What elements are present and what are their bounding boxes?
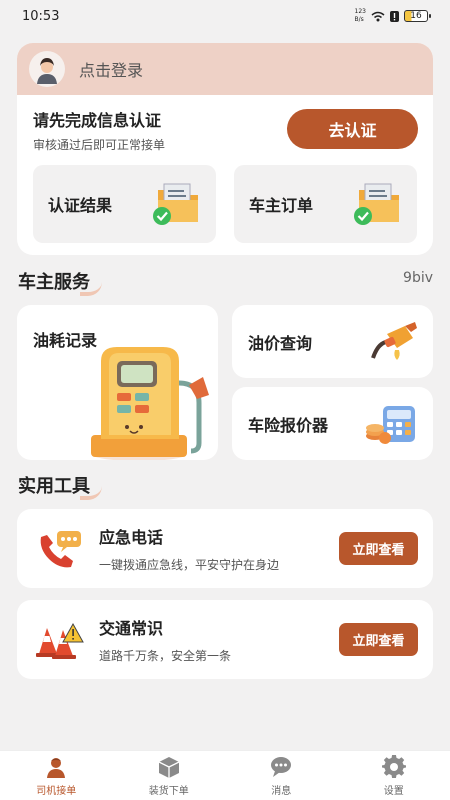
view-now-button[interactable]: 立即查看 (339, 623, 418, 656)
title-decoration (80, 282, 102, 296)
tool-subtitle: 一键拨通应急线，平安守护在身边 (99, 558, 280, 572)
insurance-quote-label: 车险报价器 (248, 415, 329, 435)
title-decoration (80, 486, 102, 500)
phone-icon (40, 530, 81, 567)
owner-service-title: 车主服务 (18, 268, 102, 296)
tool-title: 应急电话 (99, 528, 164, 547)
login-header[interactable]: 点击登录 (17, 43, 433, 95)
login-card: 点击登录 请先完成信息认证 审核通过后即可正常接单 去认证 认证结果 车主订单 (17, 43, 433, 255)
nav-label: 装货下单 (148, 786, 189, 797)
verify-button[interactable]: 去认证 (287, 109, 418, 149)
message-icon (271, 757, 292, 777)
box-icon (158, 757, 180, 778)
login-prompt[interactable]: 点击登录 (79, 57, 143, 81)
folder-check-icon (153, 183, 198, 225)
fuel-nozzle-icon (371, 321, 417, 360)
net-speed-unit: B/s (354, 16, 364, 23)
nav-item-loading-order[interactable]: 装货下单 (113, 751, 226, 800)
verify-result-card[interactable]: 认证结果 (33, 165, 216, 243)
view-now-button[interactable]: 立即查看 (339, 532, 418, 565)
verify-subtitle: 审核通过后即可正常接单 (33, 138, 166, 152)
net-speed-value: 123 (354, 8, 366, 15)
owner-order-card[interactable]: 车主订单 (234, 165, 417, 243)
nav-item-driver-orders[interactable]: 司机接单 (0, 751, 113, 800)
owner-order-label: 车主订单 (249, 196, 314, 215)
fuel-pump-icon (91, 347, 209, 460)
nav-item-messages[interactable]: 消息 (225, 751, 338, 800)
tool-item-emergency[interactable]: 应急电话 一键拨通应急线，平安守护在身边 立即查看 (17, 509, 433, 588)
tools-title: 实用工具 (18, 472, 102, 500)
fuel-price-label: 油价查询 (248, 333, 313, 353)
traffic-cone-icon (36, 622, 84, 659)
avatar[interactable] (29, 51, 65, 87)
tool-subtitle: 道路千万条，安全第一条 (99, 649, 232, 663)
status-bar: 10:53 123 B/s 16 (0, 0, 450, 32)
calculator-icon (366, 405, 415, 444)
section-side-text: 9biv (403, 270, 433, 286)
tool-item-traffic[interactable]: 交通常识 道路千万条，安全第一条 立即查看 (17, 600, 433, 679)
wifi-icon (371, 11, 385, 21)
nav-label: 设置 (383, 786, 404, 797)
tool-text: 交通常识 道路千万条，安全第一条 (99, 615, 339, 664)
nav-label: 消息 (271, 786, 292, 797)
insurance-quote-card[interactable]: 车险报价器 (232, 387, 433, 460)
user-avatar-icon (37, 58, 57, 84)
verify-title: 请先完成信息认证 (33, 111, 162, 130)
status-time: 10:53 (22, 8, 60, 24)
fuel-price-card[interactable]: 油价查询 (232, 305, 433, 378)
battery-indicator: 16 (404, 10, 431, 22)
status-icons: 123 B/s 16 (355, 8, 431, 24)
net-speed: 123 B/s (355, 8, 366, 24)
tool-title: 交通常识 (99, 619, 164, 638)
tool-text: 应急电话 一键拨通应急线，平安守护在身边 (99, 524, 339, 573)
verify-result-label: 认证结果 (48, 196, 113, 215)
driver-icon (47, 758, 66, 778)
alert-icon (390, 10, 399, 22)
nav-item-settings[interactable]: 设置 (338, 751, 450, 800)
fuel-record-card[interactable]: 油耗记录 (17, 305, 218, 460)
folder-check-icon (354, 183, 399, 225)
gear-icon (381, 755, 406, 779)
bottom-nav: 司机接单 装货下单 消息 设置 (0, 750, 450, 800)
nav-label: 司机接单 (36, 786, 77, 797)
